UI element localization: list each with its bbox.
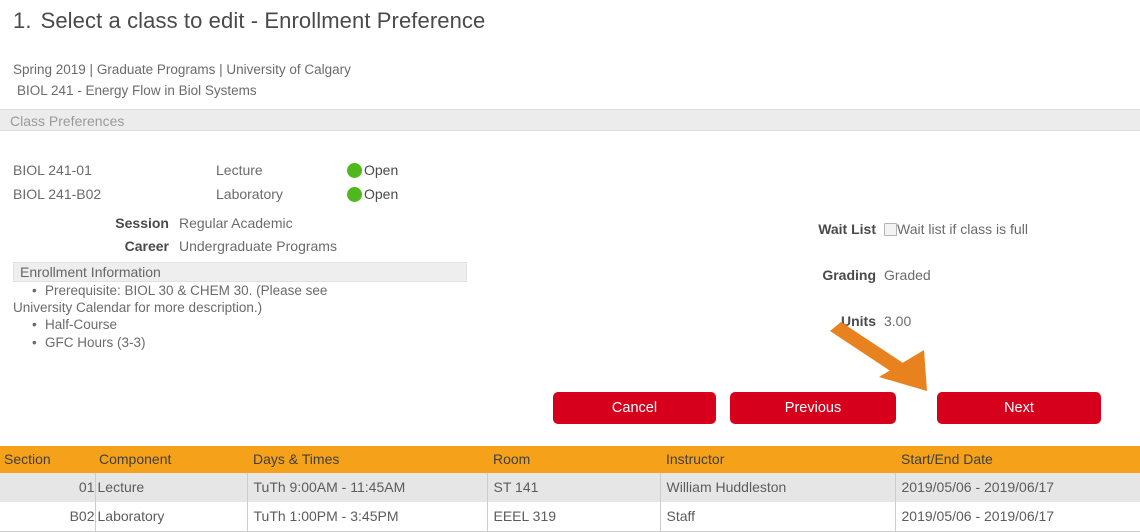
class-status-label: Open xyxy=(364,186,399,202)
status-open-dot-icon xyxy=(347,163,362,178)
cell-section: B02 xyxy=(0,502,96,532)
cell-room: EEEL 319 xyxy=(487,502,661,532)
class-component: Lecture xyxy=(216,162,263,178)
cell-component: Lecture xyxy=(95,473,248,502)
list-item: • Prerequisite: BIOL 30 & CHEM 30. (Plea… xyxy=(13,283,473,316)
cell-days-times: TuTh 9:00AM - 11:45AM xyxy=(247,473,488,502)
page-title-step-number: 1. xyxy=(13,8,32,33)
enrollment-information-list: • Prerequisite: BIOL 30 & CHEM 30. (Plea… xyxy=(13,283,473,352)
list-item-text-continued: University Calendar for more description… xyxy=(13,299,263,315)
field-grading-value: Graded xyxy=(884,267,931,283)
next-button[interactable]: Next xyxy=(937,392,1101,424)
class-preferences-header-label: Class Preferences xyxy=(10,113,125,129)
list-item-text: Prerequisite: BIOL 30 & CHEM 30. (Please… xyxy=(45,283,328,298)
column-header-start-end-date: Start/End Date xyxy=(895,446,1140,473)
breadcrumb: Spring 2019 | Graduate Programs | Univer… xyxy=(13,62,351,77)
column-header-instructor: Instructor xyxy=(660,446,895,473)
cell-instructor: Staff xyxy=(660,502,896,532)
field-career-value: Undergraduate Programs xyxy=(179,238,337,254)
class-status: Open xyxy=(347,186,398,202)
wait-list-checkbox[interactable] xyxy=(884,223,897,236)
list-item: • Half-Course xyxy=(13,317,473,334)
table-row: 01 Lecture TuTh 9:00AM - 11:45AM ST 141 … xyxy=(0,473,1140,502)
class-code: BIOL 241-B02 xyxy=(13,186,102,202)
course-heading: BIOL 241 - Energy Flow in Biol Systems xyxy=(17,83,257,98)
cell-start-end-date: 2019/05/06 - 2019/06/17 xyxy=(895,502,1140,532)
bullet-icon: • xyxy=(32,334,37,350)
wait-list-checkbox-label: Wait list if class is full xyxy=(897,221,1028,237)
class-preferences-header-bar: Class Preferences xyxy=(0,109,1140,131)
field-session-value: Regular Academic xyxy=(179,215,293,231)
field-grading-label: Grading xyxy=(822,267,876,283)
list-item-text: GFC Hours (3-3) xyxy=(45,334,146,350)
schedule-table: Section Component Days & Times Room Inst… xyxy=(0,446,1140,532)
list-item-text: Half-Course xyxy=(45,317,118,332)
column-header-room: Room xyxy=(487,446,660,473)
bullet-icon: • xyxy=(32,283,37,298)
table-row: B02 Laboratory TuTh 1:00PM - 3:45PM EEEL… xyxy=(0,502,1140,532)
enrollment-information-header-label: Enrollment Information xyxy=(20,264,161,280)
cell-instructor: William Huddleston xyxy=(660,473,896,502)
bullet-icon: • xyxy=(32,317,37,332)
class-status-label: Open xyxy=(364,162,399,178)
page-title-text: Select a class to edit - Enrollment Pref… xyxy=(40,8,486,33)
enrollment-information-header-bar: Enrollment Information xyxy=(13,262,467,282)
column-header-component: Component xyxy=(95,446,247,473)
class-status: Open xyxy=(347,162,398,178)
column-header-section: Section xyxy=(0,446,95,473)
class-component: Laboratory xyxy=(216,186,283,202)
field-units-value: 3.00 xyxy=(884,313,912,329)
cell-section: 01 xyxy=(0,473,96,502)
cell-room: ST 141 xyxy=(487,473,661,502)
annotation-arrow-icon xyxy=(830,322,927,391)
class-code: BIOL 241-01 xyxy=(13,162,92,178)
table-header-row: Section Component Days & Times Room Inst… xyxy=(0,446,1140,473)
field-wait-list-label: Wait List xyxy=(818,221,876,237)
column-header-days-times: Days & Times xyxy=(247,446,487,473)
field-session-label: Session xyxy=(115,215,169,231)
field-units-label: Units xyxy=(841,313,876,329)
page-title: 1. Select a class to edit - Enrollment Pr… xyxy=(13,8,485,34)
cell-component: Laboratory xyxy=(95,502,248,532)
field-career-label: Career xyxy=(124,238,169,254)
status-open-dot-icon xyxy=(347,187,362,202)
cell-days-times: TuTh 1:00PM - 3:45PM xyxy=(247,502,488,532)
cell-start-end-date: 2019/05/06 - 2019/06/17 xyxy=(895,473,1140,502)
list-item: • GFC Hours (3-3) xyxy=(13,335,473,352)
cancel-button[interactable]: Cancel xyxy=(553,392,716,424)
previous-button[interactable]: Previous xyxy=(730,392,896,424)
